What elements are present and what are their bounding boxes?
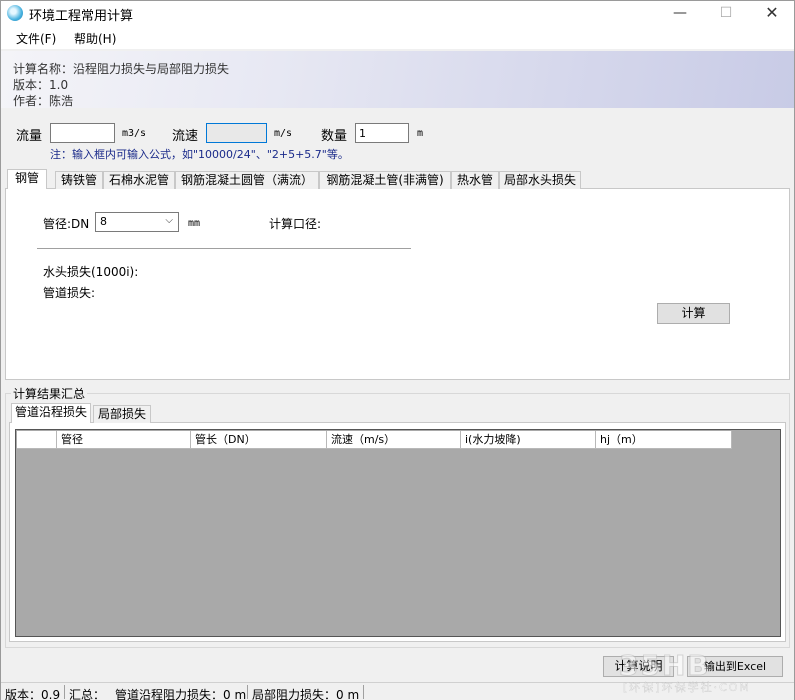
close-button[interactable]: ✕ xyxy=(749,1,795,25)
chevron-down-icon: ⌵ xyxy=(165,215,173,226)
status-pipe-loss: 管道沿程阻力损失：0 m xyxy=(115,688,247,700)
version-line: 版本：1.0 xyxy=(13,78,69,92)
count-unit: m xyxy=(417,128,424,139)
explanation-button[interactable]: 计算说明 xyxy=(603,656,674,677)
minimize-button[interactable]: — xyxy=(657,1,703,25)
menu-bar: 文件(F) 帮助(H) xyxy=(1,25,794,49)
title-bar: 环境工程常用计算 — ☐ ✕ xyxy=(1,1,794,25)
flow-unit: m3/s xyxy=(122,128,147,139)
tab-local-loss[interactable]: 局部损失 xyxy=(93,405,151,423)
calc-name: 计算名称：沿程阻力损失与局部阻力损失 xyxy=(13,62,230,76)
app-window: 环境工程常用计算 — ☐ ✕ 文件(F) 帮助(H) 计算名称：沿程阻力损失与局… xyxy=(0,0,795,700)
status-version: 版本：0.9 xyxy=(5,688,61,700)
info-banner: 计算名称：沿程阻力损失与局部阻力损失 版本：1.0 作者：陈浩 xyxy=(1,51,794,108)
tab-rc-partial[interactable]: 钢筋混凝土管(非满管) xyxy=(319,171,451,189)
pipe-loss-label: 管道损失: xyxy=(43,286,96,300)
head-loss-label: 水头损失(1000i): xyxy=(43,265,139,279)
status-separator xyxy=(247,685,248,699)
tab-local-head-loss[interactable]: 局部水头损失 xyxy=(499,171,581,189)
author-line: 作者：陈浩 xyxy=(13,94,74,108)
diameter-unit: mm xyxy=(188,218,201,229)
velocity-unit: m/s xyxy=(274,128,293,139)
results-group-title: 计算结果汇总 xyxy=(11,385,88,402)
input-hint: 注：输入框内可输入公式，如"10000/24"、"2+5+5.7"等。 xyxy=(50,148,349,161)
column-header-length[interactable]: 管长（DN） xyxy=(191,431,327,449)
diameter-label: 管径:DN xyxy=(43,217,90,231)
tab-rc-full[interactable]: 钢筋混凝土圆管（满流） xyxy=(175,171,319,189)
column-header-diameter[interactable]: 管径 xyxy=(57,431,191,449)
status-bar: 版本：0.9 汇总： 管道沿程阻力损失：0 m 局部阻力损失：0 m xyxy=(1,682,794,700)
results-table[interactable]: 管径 管长（DN） 流速（m/s） i(水力坡降) hj（m） xyxy=(15,429,781,637)
status-summary: 汇总： xyxy=(69,688,106,700)
divider xyxy=(37,248,411,249)
maximize-button[interactable]: ☐ xyxy=(703,1,749,25)
column-header-velocity[interactable]: 流速（m/s） xyxy=(327,431,461,449)
status-separator xyxy=(64,685,65,699)
export-excel-button[interactable]: 输出到Excel xyxy=(687,656,783,677)
column-header-row-selector[interactable] xyxy=(17,431,57,449)
count-label: 数量 xyxy=(321,129,348,144)
count-input[interactable] xyxy=(355,123,409,143)
tab-pipe-friction-loss[interactable]: 管道沿程损失 xyxy=(11,403,91,423)
menu-help[interactable]: 帮助(H) xyxy=(74,30,116,47)
tab-hot-water[interactable]: 热水管 xyxy=(451,171,499,189)
tab-asbestos-cement[interactable]: 石棉水泥管 xyxy=(103,171,175,189)
calculate-button[interactable]: 计算 xyxy=(657,303,730,324)
window-title: 环境工程常用计算 xyxy=(29,9,134,24)
flow-input[interactable] xyxy=(50,123,115,143)
velocity-label: 流速 xyxy=(172,129,199,144)
menu-file[interactable]: 文件(F) xyxy=(16,30,56,47)
status-local-loss: 局部阻力损失：0 m xyxy=(252,688,360,700)
flow-label: 流量 xyxy=(16,129,43,144)
diameter-select[interactable]: 8 ⌵ xyxy=(95,212,179,232)
tab-steel[interactable]: 钢管 xyxy=(7,169,47,189)
tab-cast-iron[interactable]: 铸铁管 xyxy=(55,171,103,189)
table-header: 管径 管长（DN） 流速（m/s） i(水力坡降) hj（m） xyxy=(17,431,732,449)
diameter-value: 8 xyxy=(100,215,107,228)
app-icon xyxy=(7,5,23,21)
column-header-hydraulic-gradient[interactable]: i(水力坡降) xyxy=(461,431,596,449)
velocity-input[interactable] xyxy=(206,123,267,143)
status-separator xyxy=(363,685,364,699)
column-header-hj[interactable]: hj（m） xyxy=(596,431,732,449)
calc-diameter-label: 计算口径: xyxy=(269,217,322,231)
